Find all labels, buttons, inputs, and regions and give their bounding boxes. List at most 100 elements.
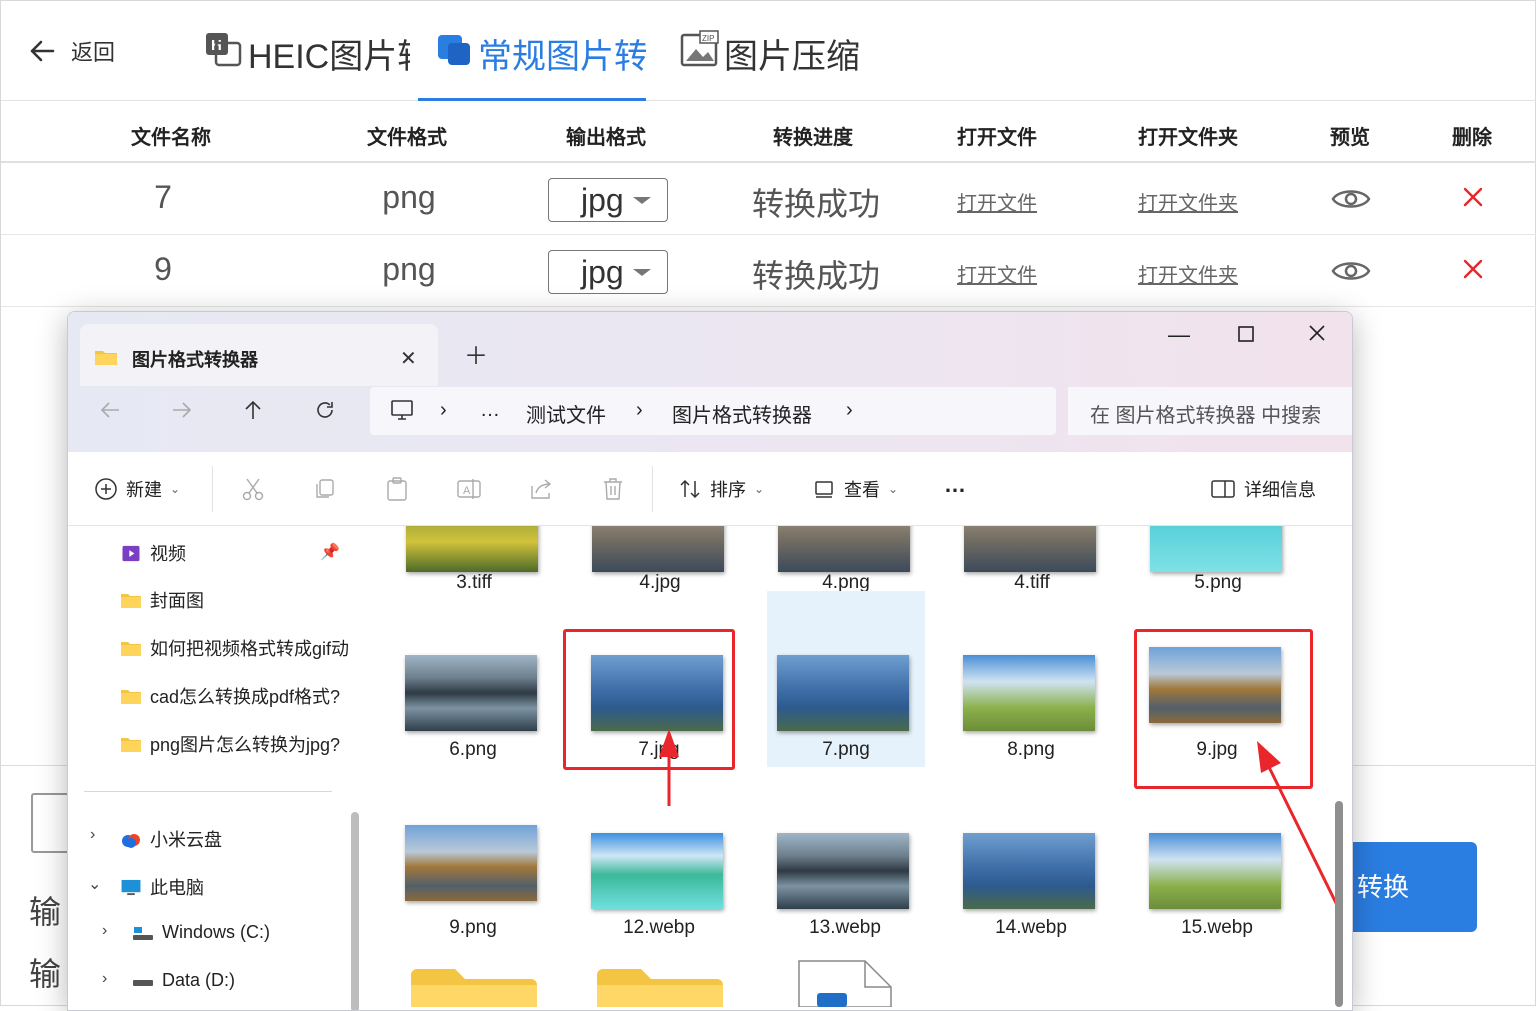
tab-heic-convert[interactable]: H HEIC图片转换 (204, 21, 410, 101)
rename-icon[interactable]: A (456, 476, 482, 502)
col-preview: 预览 (1330, 127, 1370, 149)
folder-icon (121, 737, 141, 752)
more-options-button[interactable]: … (944, 472, 966, 498)
eye-icon[interactable] (1331, 185, 1371, 213)
col-open-folder: 打开文件夹 (1138, 127, 1238, 149)
folder-icon[interactable] (409, 967, 539, 1007)
output-format-select[interactable]: jpg (548, 250, 668, 294)
view-button[interactable]: 查看 ⌄ (812, 476, 898, 502)
forward-nav-icon[interactable] (170, 398, 194, 422)
navigation-pane: 视频 📌 封面图 如何把视频格式转成gif动 cad怎么转换成pdf格式? pn… (68, 526, 348, 1010)
chevron-right-icon[interactable]: › (102, 970, 107, 988)
video-icon (122, 545, 140, 561)
delete-icon[interactable] (1461, 257, 1485, 281)
arrow-left-icon (30, 40, 55, 62)
output-format-select[interactable]: jpg (548, 178, 668, 222)
tab-label: 图片压缩 (724, 38, 860, 76)
nav-item-png-jpg[interactable]: png图片怎么转换为jpg? (120, 731, 340, 757)
nav-item-drive-d[interactable]: Data (D:) (132, 970, 235, 991)
breadcrumb-converter-folder[interactable]: 图片格式转换器 (672, 399, 812, 428)
file-item[interactable]: 13.webp (739, 769, 951, 939)
maximize-icon[interactable] (1238, 326, 1254, 342)
sort-icon (680, 479, 700, 499)
sort-button[interactable]: 排序 ⌄ (678, 476, 764, 502)
back-button[interactable]: 返回 (27, 35, 115, 67)
file-item-selected[interactable]: 7.png (767, 591, 925, 767)
file-name: 6.png (449, 739, 497, 760)
back-label: 返回 (71, 40, 116, 65)
eye-icon[interactable] (1331, 257, 1371, 285)
cut-icon[interactable] (240, 476, 266, 502)
open-folder-link[interactable]: 打开文件夹 (1138, 259, 1238, 288)
delete-icon[interactable] (1461, 185, 1485, 209)
address-bar[interactable]: › … 测试文件 › 图片格式转换器 › (370, 387, 1056, 435)
file-name: 9 (154, 251, 172, 287)
col-output-format: 输出格式 (566, 127, 646, 149)
top-bar: 返回 H HEIC图片转换 常规图片转换 ZIP 图片压缩 (1, 1, 1536, 101)
col-file-name: 文件名称 (131, 127, 211, 149)
paste-icon[interactable] (384, 476, 410, 502)
file-item[interactable]: 9.png (367, 769, 579, 939)
breadcrumb-test-files[interactable]: 测试文件 (526, 399, 606, 428)
nav-item-this-pc[interactable]: 此电脑 (120, 874, 204, 900)
explorer-tab[interactable]: 图片格式转换器 ✕ (80, 324, 438, 386)
table-row: 9 png jpg 转换成功 打开文件 打开文件夹 (1, 235, 1536, 307)
minimize-icon[interactable]: — (1168, 322, 1190, 348)
image-thumbnail (778, 526, 910, 572)
nav-item-label: cad怎么转换成pdf格式? (150, 687, 341, 707)
red-arrow-icon (659, 729, 679, 806)
close-tab-icon[interactable]: ✕ (400, 346, 417, 371)
nav-scrollbar[interactable] (351, 812, 359, 1010)
file-document-icon[interactable] (797, 959, 893, 1007)
new-tab-button[interactable]: ＋ (464, 336, 488, 371)
tab-regular-convert[interactable]: 常规图片转换 (434, 21, 646, 101)
drive-icon (133, 980, 153, 986)
col-file-format: 文件格式 (367, 127, 447, 149)
file-item[interactable]: 8.png (925, 591, 1137, 761)
nav-item-video-gif[interactable]: 如何把视频格式转成gif动 (120, 635, 348, 661)
search-input[interactable]: 在 图片格式转换器 中搜索 (1068, 387, 1352, 435)
folder-icon[interactable] (595, 967, 725, 1007)
open-file-link[interactable]: 打开文件 (957, 259, 1037, 288)
tab-image-compress[interactable]: ZIP 图片压缩 (680, 21, 860, 101)
chevron-down-icon: ⌄ (754, 482, 765, 496)
back-nav-icon[interactable] (98, 398, 122, 422)
file-grid-scrollbar[interactable] (1335, 801, 1343, 1007)
command-bar: 新建 ⌄ A 排序 ⌄ 查看 ⌄ … 详细信息 (68, 452, 1352, 526)
explorer-titlebar: 图片格式转换器 ✕ ＋ — › … 测试文件 › 图片格式转换器 › 在 图片格… (68, 312, 1352, 452)
delete-trash-icon[interactable] (600, 476, 626, 502)
breadcrumb-more[interactable]: … (480, 399, 500, 422)
convert-icon (438, 35, 470, 65)
file-item[interactable]: 6.png (367, 591, 579, 761)
nav-item-cover[interactable]: 封面图 (120, 587, 204, 613)
share-icon[interactable] (528, 476, 554, 502)
nav-item-label: 如何把视频格式转成gif动 (150, 639, 348, 659)
convert-status: 转换成功 (751, 258, 880, 294)
open-file-link[interactable]: 打开文件 (957, 187, 1037, 216)
nav-item-video[interactable]: 视频 (120, 540, 186, 566)
details-button[interactable]: 详细信息 (1210, 476, 1316, 502)
nav-item-label: 此电脑 (150, 878, 204, 898)
nav-item-label: Data (D:) (162, 970, 236, 990)
nav-item-cad-pdf[interactable]: cad怎么转换成pdf格式? (120, 683, 340, 709)
file-name: 12.webp (623, 917, 695, 938)
chevron-right-icon[interactable]: › (102, 922, 107, 940)
divider (212, 466, 213, 512)
chevron-right-icon[interactable]: › (90, 826, 95, 844)
nav-item-drive-c[interactable]: Windows (C:) (132, 922, 270, 943)
close-window-icon[interactable] (1308, 324, 1326, 342)
table-row: 7 png jpg 转换成功 打开文件 打开文件夹 (1, 163, 1536, 235)
nav-item-xiaomi-cloud[interactable]: 小米云盘 (120, 826, 222, 852)
new-label: 新建 (126, 480, 162, 500)
file-item[interactable]: 14.webp (925, 769, 1137, 939)
chevron-down-icon[interactable]: ⌄ (88, 874, 101, 894)
pin-icon[interactable]: 📌 (320, 542, 340, 562)
new-button[interactable]: 新建 ⌄ (94, 476, 180, 502)
refresh-icon[interactable] (313, 398, 337, 422)
up-nav-icon[interactable] (241, 398, 265, 422)
file-name: 13.webp (809, 917, 881, 938)
open-folder-link[interactable]: 打开文件夹 (1138, 187, 1238, 216)
explorer-tab-title: 图片格式转换器 (132, 350, 258, 370)
nav-item-label: 封面图 (150, 591, 204, 611)
copy-icon[interactable] (312, 476, 338, 502)
